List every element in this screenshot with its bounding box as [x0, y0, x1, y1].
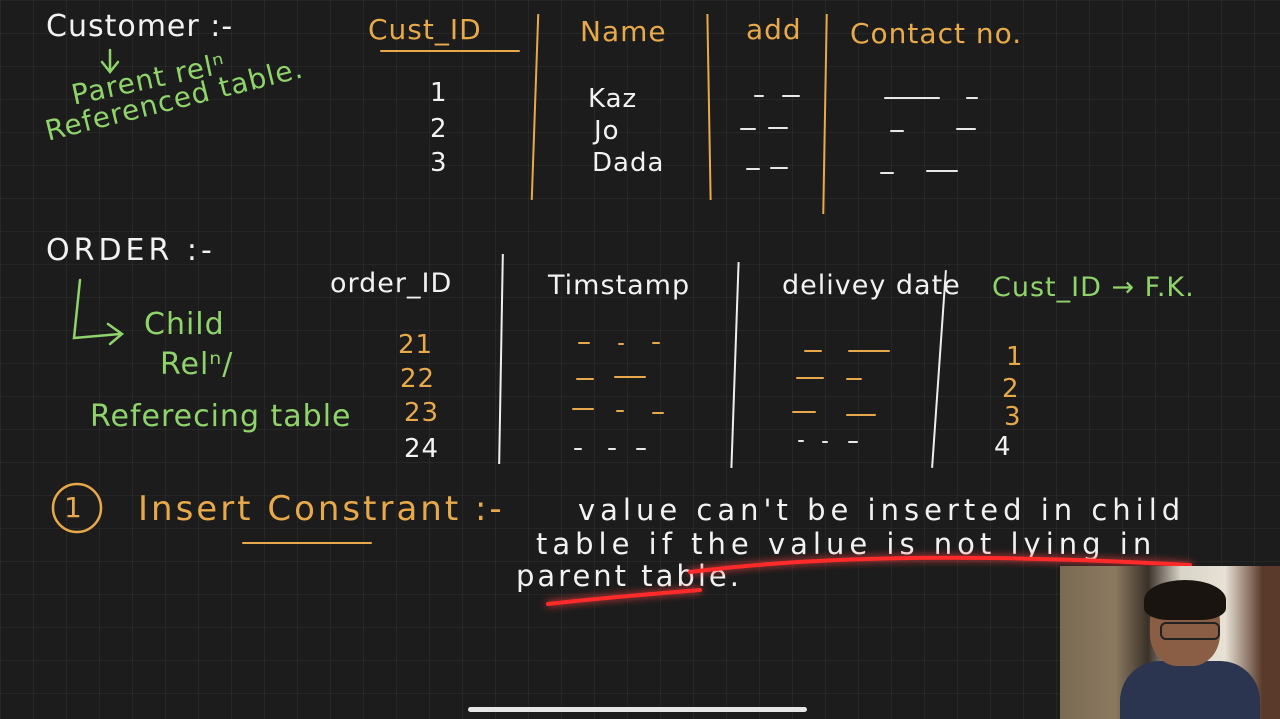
parent-arrow-icon	[100, 48, 120, 75]
webcam-overlay	[1060, 566, 1280, 719]
presenter-hair	[1144, 580, 1226, 620]
home-indicator[interactable]	[468, 707, 807, 712]
child-arrow-icon	[72, 278, 125, 346]
presenter-body	[1120, 661, 1260, 719]
presenter-glasses	[1160, 622, 1220, 640]
constraint-circle-icon	[51, 482, 103, 534]
